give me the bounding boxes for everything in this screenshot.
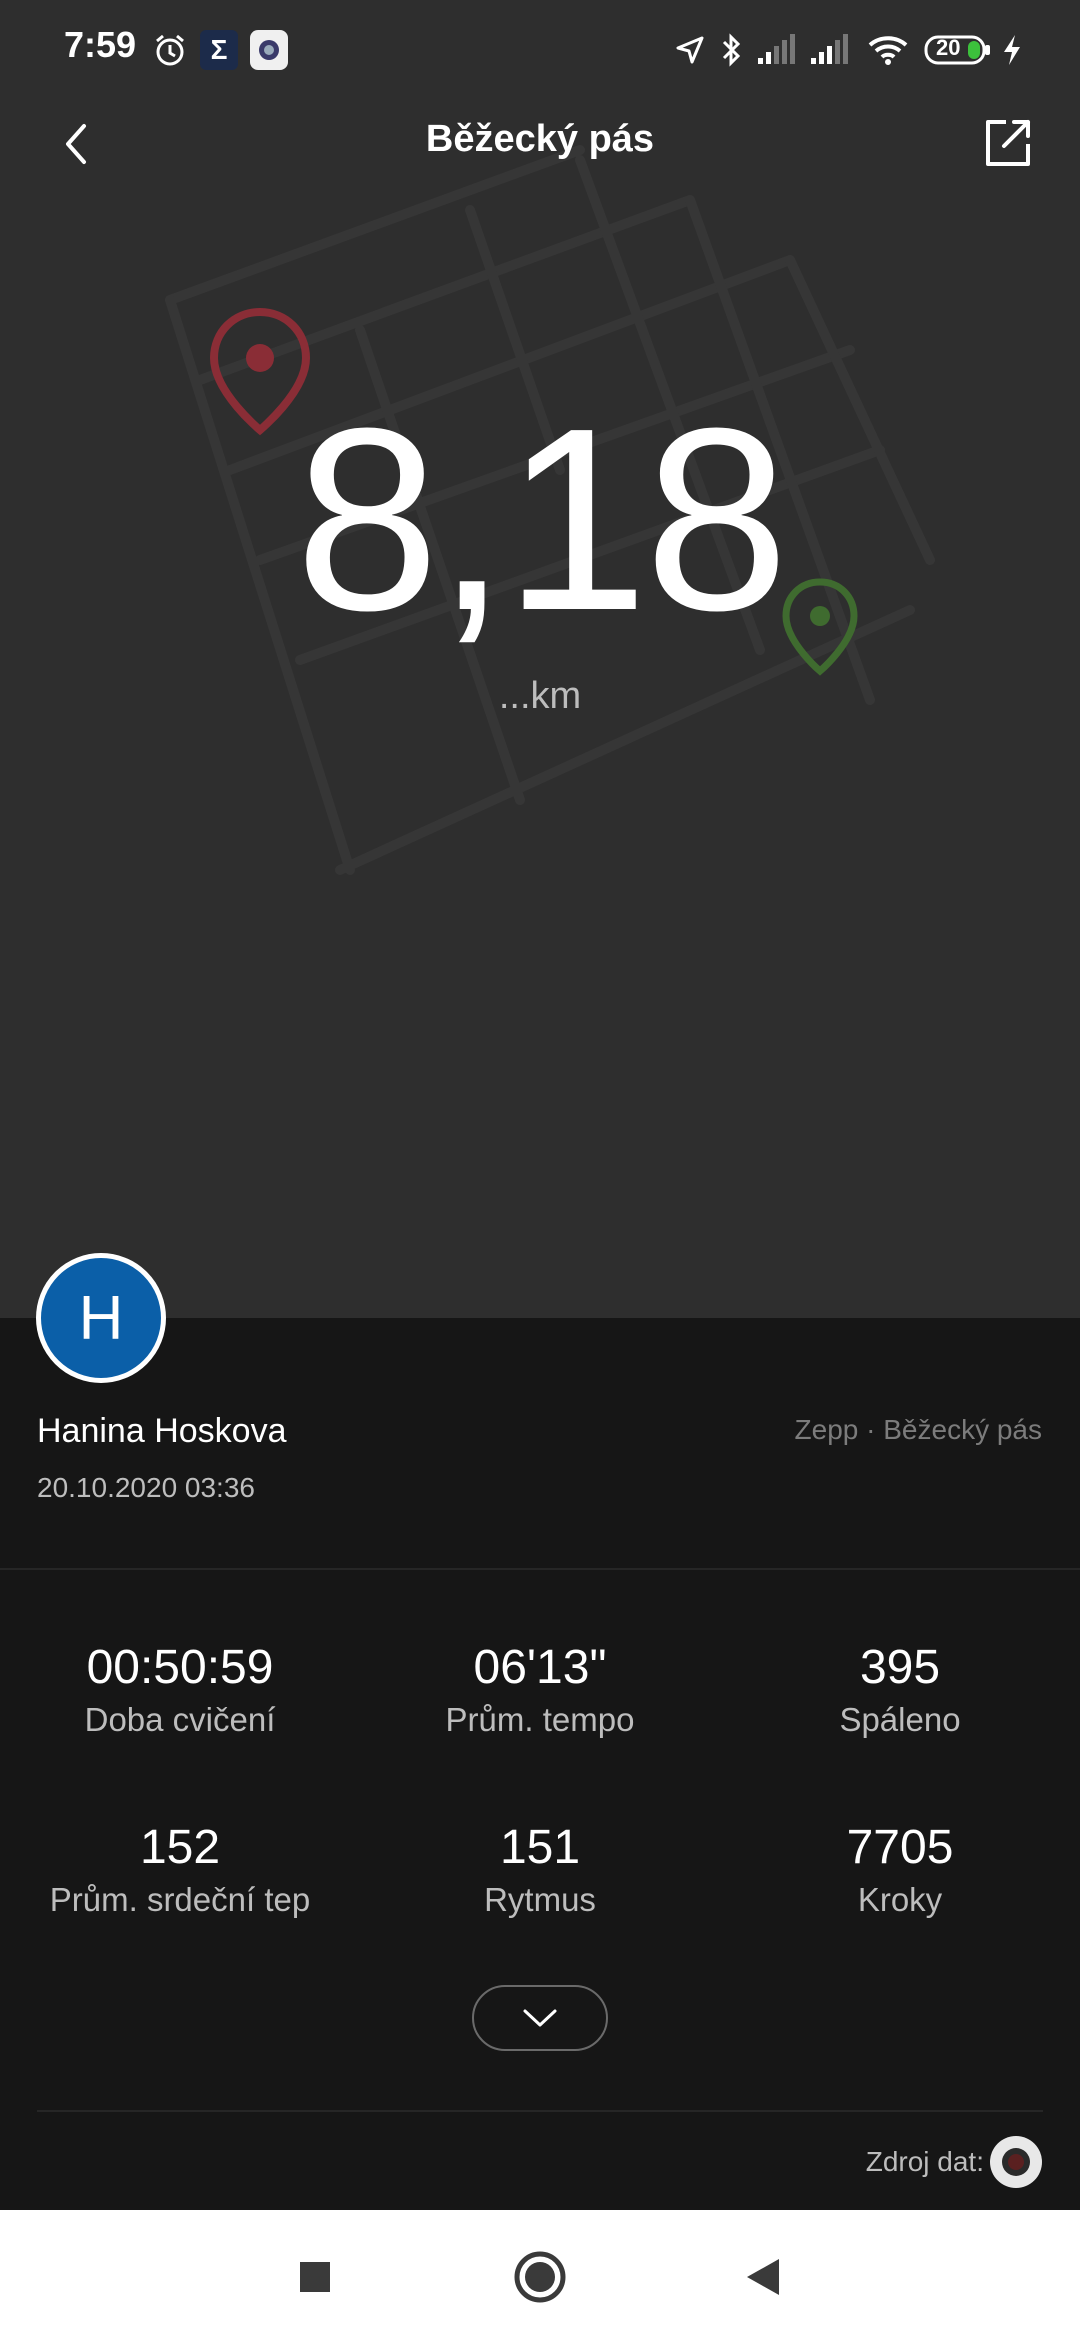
home-icon xyxy=(514,2251,566,2303)
stat-calories: 395 Spáleno xyxy=(720,1640,1080,1740)
signal-icon xyxy=(808,30,850,70)
battery-level: 20 xyxy=(936,35,961,60)
page-title: Běžecký pás xyxy=(425,118,655,160)
stat-label: Prům. tempo xyxy=(445,1701,635,1738)
avatar[interactable]: H xyxy=(36,1253,166,1383)
recent-apps-icon xyxy=(300,2262,330,2292)
user-name: Hanina Hoskova xyxy=(37,1412,287,1450)
status-time: 7:59 xyxy=(64,24,137,65)
navigation-bar xyxy=(0,2210,1080,2340)
location-icon xyxy=(672,30,708,70)
expand-stats-button[interactable] xyxy=(472,1985,608,2051)
sigma-app-icon: Σ xyxy=(200,30,238,70)
stat-value: 06'13" xyxy=(473,1641,607,1694)
status-bar: 7:59 Σ 20 xyxy=(0,0,1080,100)
divider xyxy=(37,2110,1043,2112)
signal-icon xyxy=(755,30,797,70)
back-triangle-icon xyxy=(747,2259,779,2295)
workout-datetime: 20.10.2020 03:36 xyxy=(37,1472,255,1503)
stat-steps: 7705 Kroky xyxy=(720,1820,1080,1920)
stat-cadence: 151 Rytmus xyxy=(360,1820,720,1920)
data-source-label: Zdroj dat: xyxy=(865,2146,984,2177)
divider xyxy=(0,1568,1080,1570)
stat-duration: 00:50:59 Doba cvičení xyxy=(0,1640,360,1740)
recent-apps-button[interactable] xyxy=(280,2242,350,2312)
home-button[interactable] xyxy=(505,2242,575,2312)
distance-value: 8,18 xyxy=(294,375,789,665)
stat-label: Kroky xyxy=(857,1881,943,1918)
stat-value: 151 xyxy=(499,1821,581,1874)
alarm-icon xyxy=(150,30,190,70)
share-button[interactable] xyxy=(976,110,1040,174)
stat-label: Prům. srdeční tep xyxy=(49,1881,311,1918)
app-bar: Běžecký pás xyxy=(0,100,1080,190)
wifi-icon xyxy=(866,30,910,70)
stat-label: Doba cvičení xyxy=(84,1701,276,1738)
bluetooth-icon xyxy=(716,30,748,70)
stat-value: 00:50:59 xyxy=(86,1641,274,1694)
camera-app-icon xyxy=(250,30,288,70)
data-source-device-icon[interactable] xyxy=(990,2136,1042,2188)
distance-unit: ...km xyxy=(498,675,582,717)
stat-heart-rate: 152 Prům. srdeční tep xyxy=(0,1820,360,1920)
battery-icon: 20 xyxy=(924,30,992,70)
stat-pace: 06'13" Prům. tempo xyxy=(360,1640,720,1740)
back-nav-button[interactable] xyxy=(728,2242,798,2312)
charging-icon xyxy=(998,30,1026,70)
workout-source: Zepp · Běžecký pás xyxy=(794,1414,1042,1445)
share-icon xyxy=(986,120,1030,166)
chevron-down-icon xyxy=(523,2009,557,2027)
stat-value: 395 xyxy=(859,1641,941,1694)
stat-value: 152 xyxy=(139,1821,221,1874)
stat-label: Spáleno xyxy=(839,1701,961,1738)
stat-label: Rytmus xyxy=(484,1881,596,1918)
stat-value: 7705 xyxy=(846,1821,954,1874)
